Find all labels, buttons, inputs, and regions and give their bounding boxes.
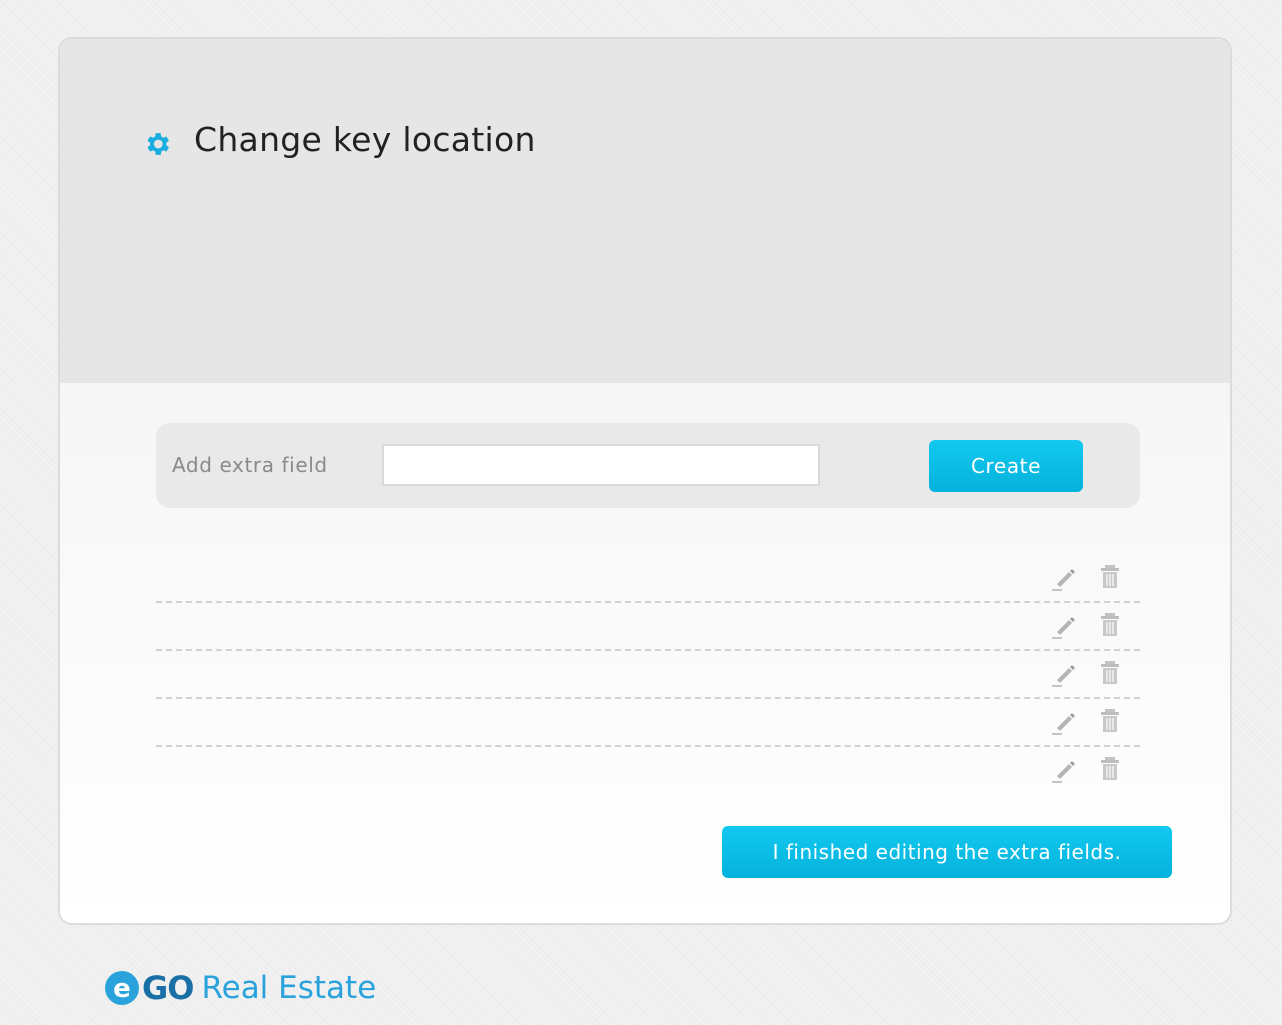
edit-fields-card: Change key location Add extra field Crea… xyxy=(58,37,1232,925)
extra-field-list xyxy=(156,555,1140,795)
pencil-icon[interactable] xyxy=(1048,609,1080,641)
ego-e-logo-icon: e xyxy=(105,971,139,1005)
pencil-icon[interactable] xyxy=(1048,705,1080,737)
title-row: Change key location xyxy=(142,119,536,159)
card-body: Add extra field Create I finished editin… xyxy=(60,383,1230,923)
row-actions xyxy=(1048,609,1126,641)
add-field-label: Add extra field xyxy=(172,453,328,477)
ego-real-estate-logo: e GO Real Estate xyxy=(104,966,376,1010)
list-item xyxy=(156,555,1140,603)
add-field-panel: Add extra field Create xyxy=(156,423,1140,508)
row-actions xyxy=(1048,705,1126,737)
trash-icon[interactable] xyxy=(1094,705,1126,737)
logo-letter: e xyxy=(113,974,131,1004)
card-header: Change key location xyxy=(60,39,1230,383)
list-item xyxy=(156,699,1140,747)
row-actions xyxy=(1048,561,1126,593)
logo-go-text: GO xyxy=(142,969,194,1007)
pencil-icon[interactable] xyxy=(1048,657,1080,689)
pencil-icon[interactable] xyxy=(1048,561,1080,593)
trash-icon[interactable] xyxy=(1094,753,1126,785)
trash-icon[interactable] xyxy=(1094,561,1126,593)
trash-icon[interactable] xyxy=(1094,657,1126,689)
create-button[interactable]: Create xyxy=(929,440,1083,492)
list-item xyxy=(156,651,1140,699)
page-title: Change key location xyxy=(194,119,536,159)
pencil-icon[interactable] xyxy=(1048,753,1080,785)
row-actions xyxy=(1048,753,1126,785)
finish-editing-button[interactable]: I finished editing the extra fields. xyxy=(722,826,1172,878)
logo-brand-text: Real Estate xyxy=(201,970,377,1006)
list-item xyxy=(156,603,1140,651)
trash-icon[interactable] xyxy=(1094,609,1126,641)
gear-icon xyxy=(147,133,169,155)
extra-field-input[interactable] xyxy=(382,444,820,486)
row-actions xyxy=(1048,657,1126,689)
list-item xyxy=(156,747,1140,795)
